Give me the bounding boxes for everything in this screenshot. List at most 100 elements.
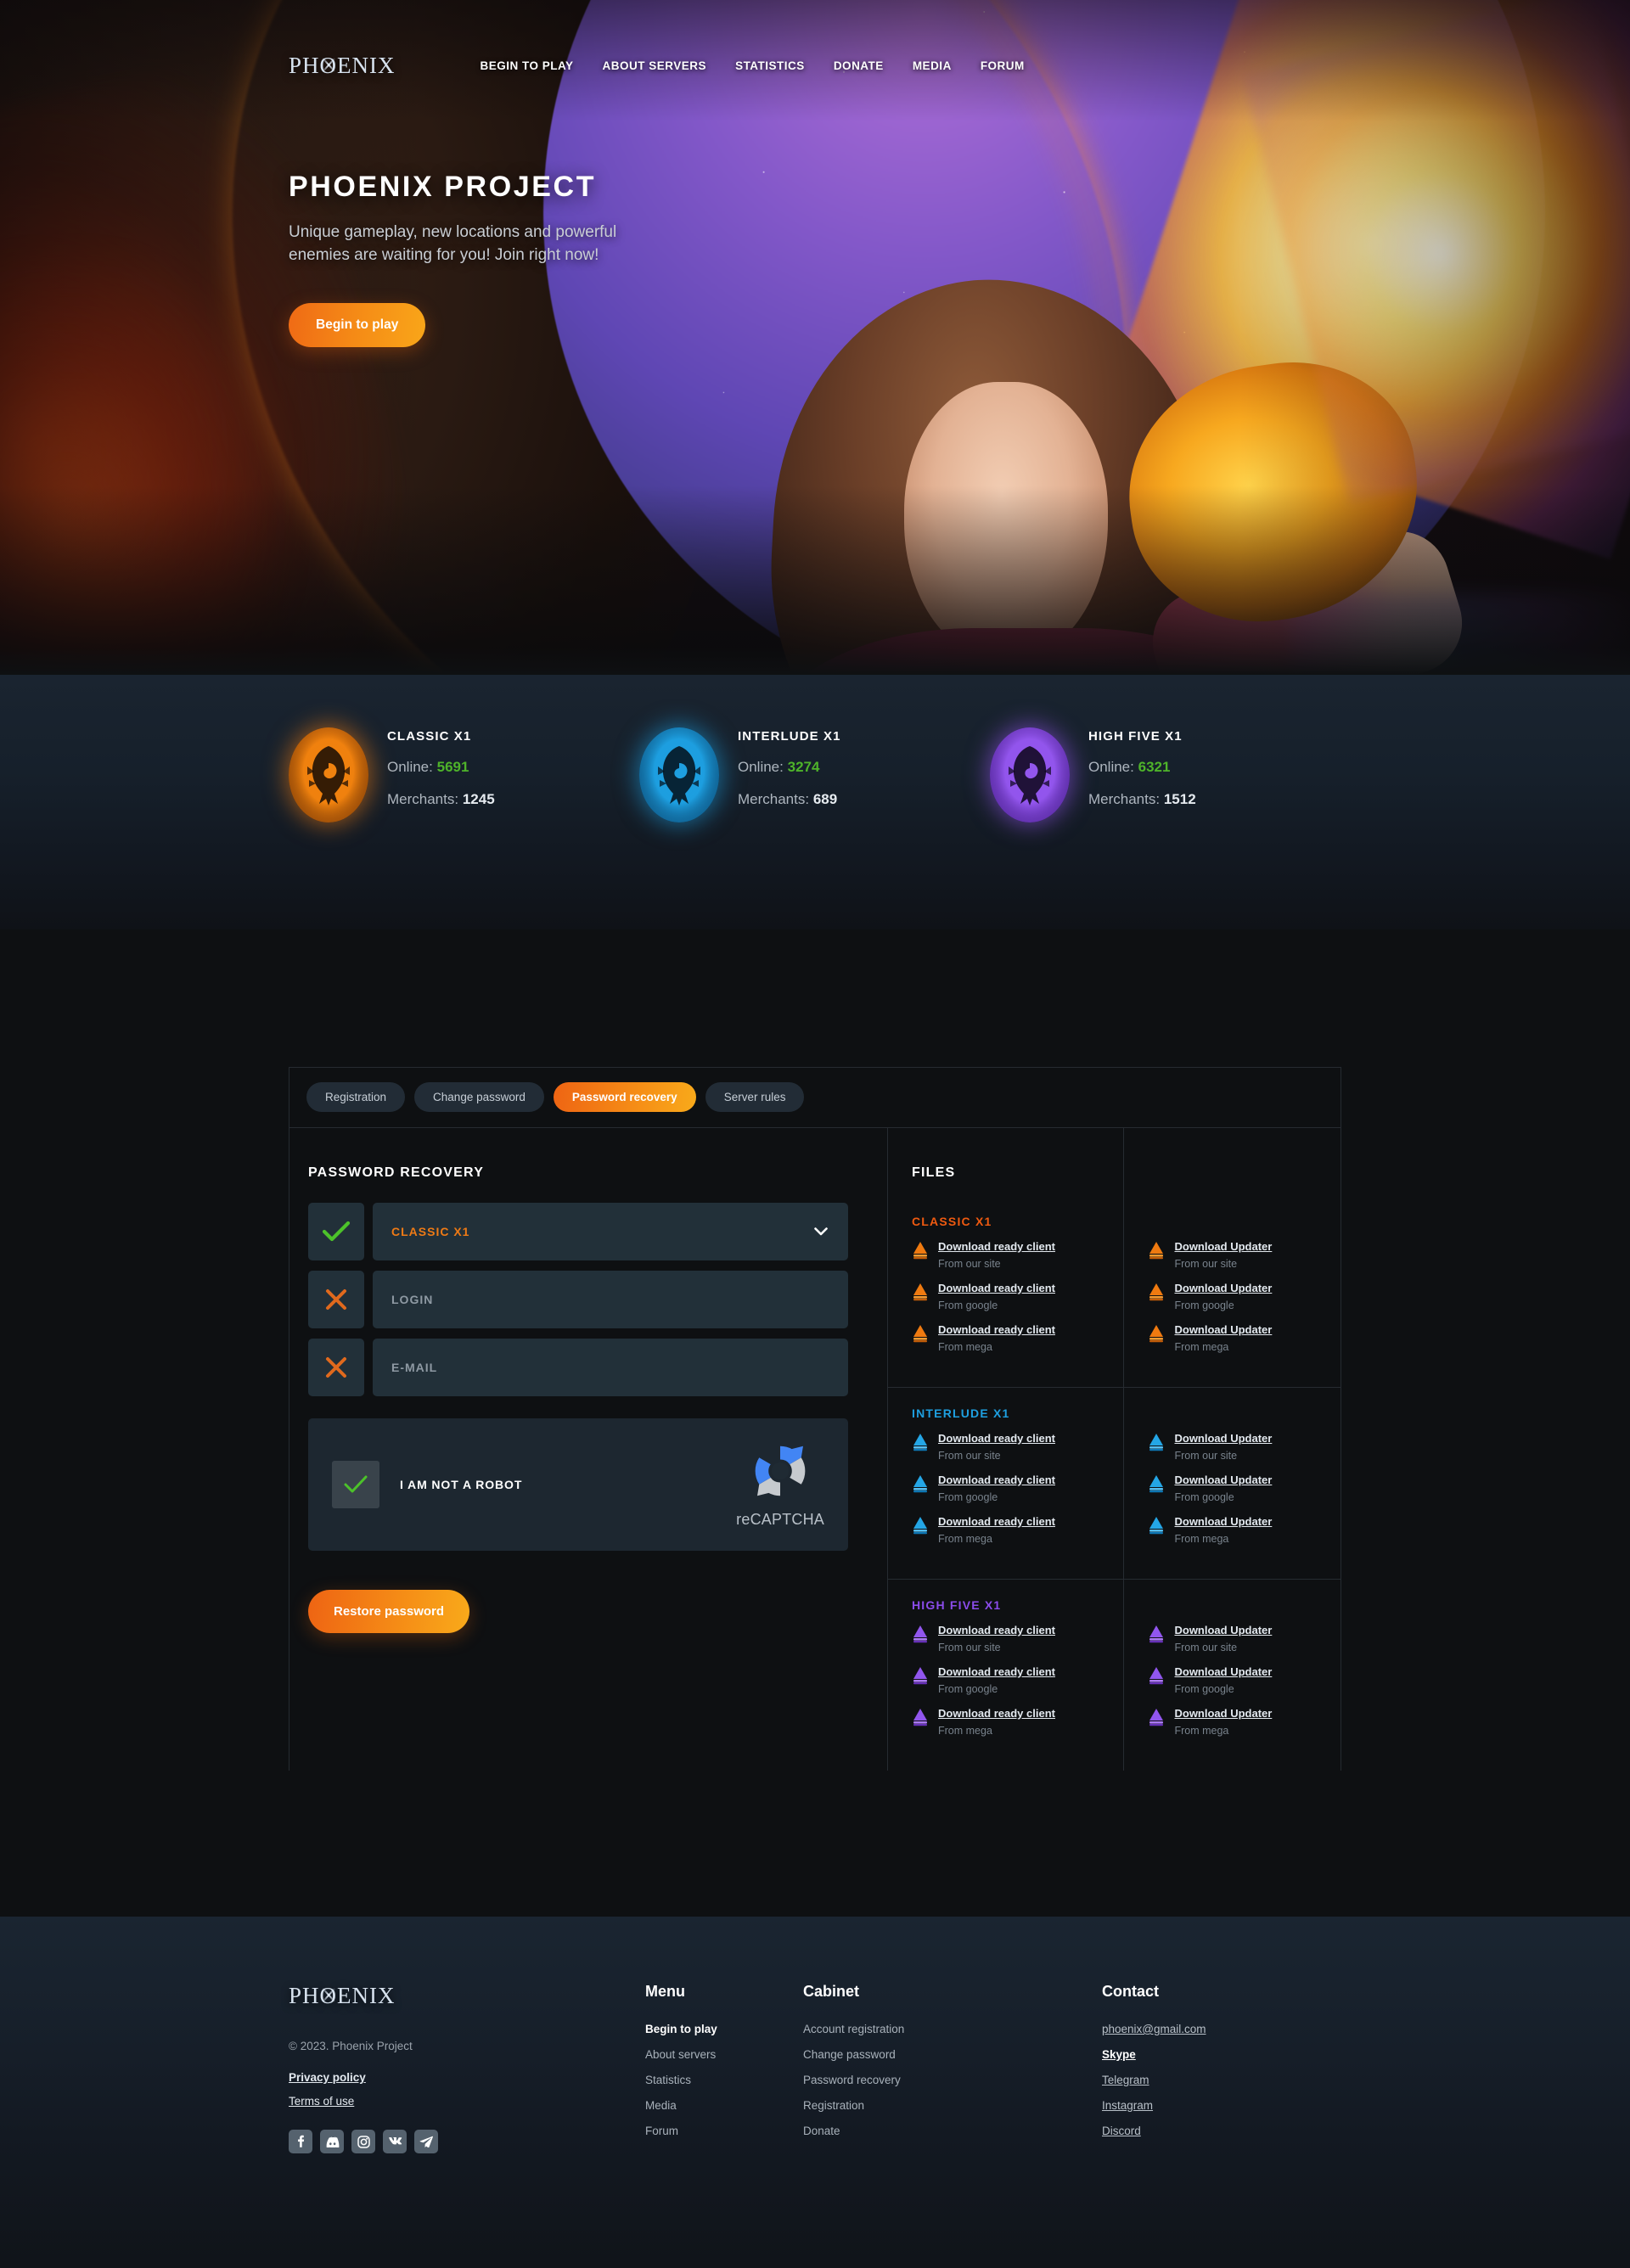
- download-source: From mega: [938, 1725, 992, 1737]
- social-link-instagram[interactable]: [351, 2130, 375, 2153]
- footer-contact-discord[interactable]: Discord: [1102, 2125, 1260, 2137]
- social-link-vk[interactable]: [383, 2130, 407, 2153]
- footer-link-media[interactable]: Media: [645, 2099, 803, 2112]
- file-item: Download Updater From mega: [1148, 1323, 1341, 1353]
- phoenix-emblem-icon: [658, 746, 700, 806]
- download-link[interactable]: Download ready client: [938, 1624, 1055, 1636]
- download-link[interactable]: Download ready client: [938, 1515, 1055, 1528]
- server-stat-high-five: HIGH FIVE X1 Online: 6321 Merchants: 151…: [990, 724, 1341, 822]
- download-link[interactable]: Download Updater: [1174, 1515, 1272, 1528]
- server-merchants-row: Merchants: 689: [738, 791, 841, 808]
- download-link[interactable]: Download ready client: [938, 1707, 1055, 1720]
- download-link[interactable]: Download Updater: [1174, 1323, 1272, 1336]
- nav-item-about-servers[interactable]: ABOUT SERVERS: [603, 59, 707, 72]
- footer-link-statistics[interactable]: Statistics: [645, 2074, 803, 2086]
- footer-link-forum[interactable]: Forum: [645, 2125, 803, 2137]
- footer-link-begin-to-play[interactable]: Begin to play: [645, 2023, 803, 2035]
- server-stats-section: CLASSIC X1 Online: 5691 Merchants: 1245: [0, 675, 1630, 929]
- social-link-facebook[interactable]: [289, 2130, 312, 2153]
- download-link[interactable]: Download ready client: [938, 1474, 1055, 1486]
- server-field-status: [308, 1203, 364, 1260]
- online-label: Online:: [387, 759, 433, 775]
- tab-registration[interactable]: Registration: [306, 1082, 406, 1112]
- footer-link-donate[interactable]: Donate: [803, 2125, 1102, 2137]
- terms-of-use-link[interactable]: Terms of use: [289, 2095, 645, 2108]
- archive-icon: [1149, 1434, 1164, 1451]
- hero-subtitle: Unique gameplay, new locations and power…: [289, 223, 617, 264]
- nav-item-donate[interactable]: DONATE: [834, 59, 884, 72]
- server-online-row: Online: 5691: [387, 759, 495, 776]
- server-stat-text: HIGH FIVE X1 Online: 6321 Merchants: 151…: [1088, 724, 1196, 808]
- file-item: Download Updater From google: [1148, 1665, 1341, 1695]
- download-link[interactable]: Download Updater: [1174, 1240, 1272, 1253]
- recaptcha-label: I AM NOT A ROBOT: [400, 1478, 523, 1491]
- archive-icon: [913, 1242, 927, 1260]
- tab-password-recovery[interactable]: Password recovery: [553, 1082, 696, 1112]
- footer-contact-telegram[interactable]: Telegram: [1102, 2074, 1260, 2086]
- footer-logo[interactable]: PHOENIX: [289, 1983, 645, 2009]
- tab-change-password[interactable]: Change password: [414, 1082, 544, 1112]
- download-source: From our site: [1174, 1642, 1238, 1653]
- download-link[interactable]: Download ready client: [938, 1432, 1055, 1445]
- file-item: Download ready client From google: [912, 1665, 1123, 1695]
- nav-item-begin-to-play[interactable]: BEGIN TO PLAY: [481, 59, 574, 72]
- server-emblem-high-five: [990, 727, 1070, 822]
- social-link-discord[interactable]: [320, 2130, 344, 2153]
- site-logo[interactable]: PHOENIX: [289, 53, 396, 79]
- download-link[interactable]: Download Updater: [1174, 1707, 1272, 1720]
- nav-item-forum[interactable]: FORUM: [981, 59, 1025, 72]
- file-item: Download ready client From mega: [912, 1707, 1123, 1737]
- file-item: Download Updater From google: [1148, 1474, 1341, 1503]
- merchants-value: 689: [812, 791, 838, 807]
- social-link-telegram[interactable]: [414, 2130, 438, 2153]
- email-input[interactable]: E-MAIL: [373, 1339, 848, 1396]
- chevron-down-icon[interactable]: [814, 1227, 828, 1236]
- download-link[interactable]: Download ready client: [938, 1240, 1055, 1253]
- footer-contact-email[interactable]: phoenix@gmail.com: [1102, 2023, 1260, 2035]
- download-link[interactable]: Download Updater: [1174, 1282, 1272, 1294]
- merchants-label: Merchants:: [387, 791, 459, 807]
- login-input[interactable]: LOGIN: [373, 1271, 848, 1328]
- download-link[interactable]: Download Updater: [1174, 1624, 1272, 1636]
- footer-contact-instagram[interactable]: Instagram: [1102, 2099, 1260, 2112]
- privacy-policy-link[interactable]: Privacy policy: [289, 2071, 645, 2084]
- download-source: From google: [1174, 1300, 1234, 1311]
- server-stats-list: CLASSIC X1 Online: 5691 Merchants: 1245: [289, 675, 1341, 822]
- check-icon: [322, 1221, 351, 1242]
- login-field-status: [308, 1271, 364, 1328]
- footer-link-change-password[interactable]: Change password: [803, 2048, 1102, 2061]
- server-stat-interlude: INTERLUDE X1 Online: 3274 Merchants: 689: [639, 724, 990, 822]
- tab-server-rules[interactable]: Server rules: [705, 1082, 805, 1112]
- server-emblem-classic: [289, 727, 368, 822]
- footer-link-about-servers[interactable]: About servers: [645, 2048, 803, 2061]
- download-source: From our site: [938, 1450, 1001, 1462]
- nav-item-media[interactable]: MEDIA: [913, 59, 952, 72]
- download-link[interactable]: Download Updater: [1174, 1665, 1272, 1678]
- begin-to-play-button[interactable]: Begin to play: [289, 302, 426, 347]
- telegram-icon: [419, 2136, 433, 2147]
- server-stat-text: CLASSIC X1 Online: 5691 Merchants: 1245: [387, 724, 495, 808]
- footer-contact-skype[interactable]: Skype: [1102, 2048, 1260, 2061]
- footer-link-registration[interactable]: Registration: [803, 2099, 1102, 2112]
- file-item: Download Updater From mega: [1148, 1515, 1341, 1545]
- download-link[interactable]: Download Updater: [1174, 1474, 1272, 1486]
- nav-item-statistics[interactable]: STATISTICS: [735, 59, 805, 72]
- file-item: Download Updater From our site: [1148, 1240, 1341, 1270]
- files-client-column: FILES CLASSIC X1 Download ready client Fr…: [888, 1128, 1124, 1771]
- footer-link-password-recovery[interactable]: Password recovery: [803, 2074, 1102, 2086]
- files-group-classic-updater: . Download UpdaterFrom our site Download…: [1124, 1210, 1341, 1387]
- restore-password-button[interactable]: Restore password: [308, 1590, 470, 1633]
- footer-legal-links: Privacy policy Terms of use: [289, 2071, 645, 2108]
- download-link[interactable]: Download ready client: [938, 1323, 1055, 1336]
- footer-link-account-registration[interactable]: Account registration: [803, 2023, 1102, 2035]
- archive-icon: [913, 1667, 927, 1685]
- download-link[interactable]: Download ready client: [938, 1282, 1055, 1294]
- download-link[interactable]: Download Updater: [1174, 1432, 1272, 1445]
- phoenix-emblem-icon: [307, 746, 350, 806]
- server-select[interactable]: CLASSIC X1: [373, 1203, 848, 1260]
- email-field-status: [308, 1339, 364, 1396]
- recaptcha-checkbox[interactable]: [332, 1461, 379, 1508]
- server-name: CLASSIC X1: [387, 729, 472, 744]
- online-label: Online:: [1088, 759, 1134, 775]
- download-link[interactable]: Download ready client: [938, 1665, 1055, 1678]
